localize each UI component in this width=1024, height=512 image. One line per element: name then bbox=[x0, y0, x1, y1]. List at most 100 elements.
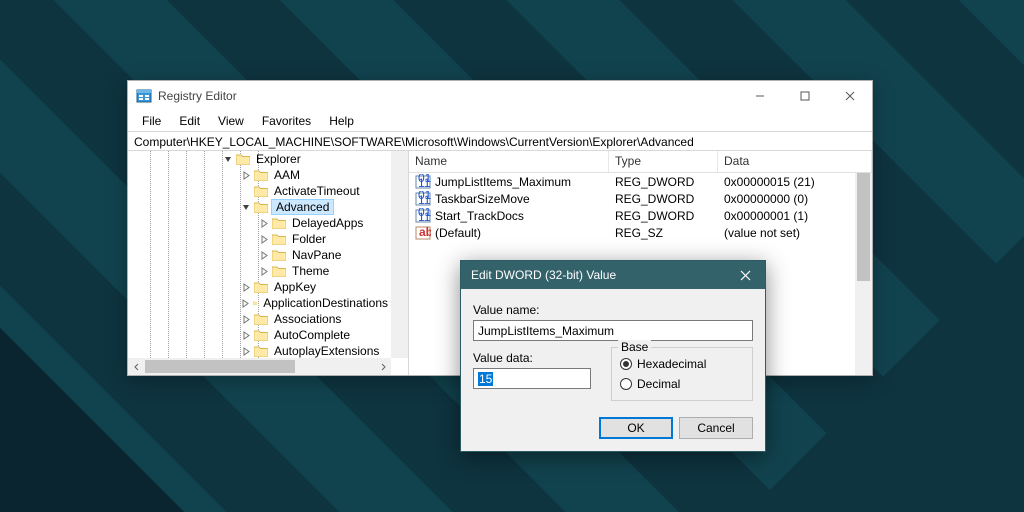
titlebar[interactable]: Registry Editor bbox=[128, 81, 872, 111]
menu-view[interactable]: View bbox=[210, 112, 252, 130]
tree-item-navpane[interactable]: NavPane bbox=[128, 247, 391, 263]
app-icon bbox=[136, 88, 152, 104]
radio-dec[interactable]: Decimal bbox=[620, 376, 744, 392]
svg-text:110: 110 bbox=[418, 210, 431, 224]
value-type: REG_DWORD bbox=[609, 192, 718, 206]
list-row[interactable]: 011110JumpListItems_MaximumREG_DWORD0x00… bbox=[409, 173, 872, 190]
radio-hex-label: Hexadecimal bbox=[637, 357, 706, 371]
tree-item-appkey[interactable]: AppKey bbox=[128, 279, 391, 295]
expander-icon[interactable] bbox=[241, 314, 251, 324]
tree-label: Advanced bbox=[271, 199, 334, 215]
tree-item-advanced[interactable]: Advanced bbox=[128, 199, 391, 215]
menubar: File Edit View Favorites Help bbox=[128, 111, 872, 131]
value-name: JumpListItems_Maximum bbox=[435, 175, 571, 189]
tree-label: ActivateTimeout bbox=[271, 184, 363, 198]
tree-item-explorer[interactable]: Explorer bbox=[128, 151, 391, 167]
expander-icon[interactable] bbox=[241, 186, 251, 196]
maximize-button[interactable] bbox=[782, 81, 827, 111]
list-row[interactable]: 011110TaskbarSizeMoveREG_DWORD0x00000000… bbox=[409, 190, 872, 207]
tree-label: Folder bbox=[289, 232, 329, 246]
cancel-button[interactable]: Cancel bbox=[679, 417, 753, 439]
value-name-input[interactable] bbox=[473, 320, 753, 341]
list-header: Name Type Data bbox=[409, 151, 872, 173]
menu-file[interactable]: File bbox=[134, 112, 169, 130]
dialog-title-text: Edit DWORD (32-bit) Value bbox=[471, 268, 616, 282]
expander-icon[interactable] bbox=[241, 330, 251, 340]
radio-dec-icon bbox=[620, 378, 632, 390]
window-title: Registry Editor bbox=[158, 89, 737, 103]
expander-icon[interactable] bbox=[259, 234, 269, 244]
expander-icon[interactable] bbox=[223, 154, 233, 164]
col-type[interactable]: Type bbox=[609, 151, 718, 172]
value-name: Start_TrackDocs bbox=[435, 209, 524, 223]
value-data-label: Value data: bbox=[473, 351, 591, 365]
tree-item-autoplayextensions[interactable]: AutoplayExtensions bbox=[128, 343, 391, 358]
value-type: REG_DWORD bbox=[609, 209, 718, 223]
tree-label: AutoplayExtensions bbox=[271, 344, 382, 358]
value-name-label: Value name: bbox=[473, 303, 753, 317]
value-data: 0x00000000 (0) bbox=[718, 192, 872, 206]
tree-label: AutoComplete bbox=[271, 328, 353, 342]
address-bar[interactable]: Computer\HKEY_LOCAL_MACHINE\SOFTWARE\Mic… bbox=[128, 131, 872, 151]
tree-label: DelayedApps bbox=[289, 216, 366, 230]
radio-hex[interactable]: Hexadecimal bbox=[620, 356, 744, 372]
tree-vscroll[interactable] bbox=[391, 151, 408, 358]
svg-text:110: 110 bbox=[418, 193, 431, 207]
tree-item-activatetimeout[interactable]: ActivateTimeout bbox=[128, 183, 391, 199]
radio-dec-label: Decimal bbox=[637, 377, 680, 391]
dialog-titlebar[interactable]: Edit DWORD (32-bit) Value bbox=[461, 261, 765, 289]
tree-item-theme[interactable]: Theme bbox=[128, 263, 391, 279]
tree-label: ApplicationDestinations bbox=[260, 296, 391, 310]
tree-label: Associations bbox=[271, 312, 344, 326]
col-data[interactable]: Data bbox=[718, 151, 872, 172]
value-name: (Default) bbox=[435, 226, 481, 240]
expander-icon[interactable] bbox=[259, 218, 269, 228]
expander-icon[interactable] bbox=[241, 346, 251, 356]
expander-icon[interactable] bbox=[259, 266, 269, 276]
base-group: Base Hexadecimal Decimal bbox=[611, 347, 753, 401]
edit-dword-dialog: Edit DWORD (32-bit) Value Value name: Va… bbox=[460, 260, 766, 452]
scroll-left-icon[interactable] bbox=[128, 358, 145, 375]
expander-icon[interactable] bbox=[259, 250, 269, 260]
tree-item-autocomplete[interactable]: AutoComplete bbox=[128, 327, 391, 343]
value-data: 0x00000001 (1) bbox=[718, 209, 872, 223]
ok-button[interactable]: OK bbox=[599, 417, 673, 439]
tree-content[interactable]: ExplorerAAM ActivateTimeoutAdvancedDelaye… bbox=[128, 151, 391, 358]
tree-hscroll[interactable] bbox=[128, 358, 391, 375]
value-name: TaskbarSizeMove bbox=[435, 192, 530, 206]
hscroll-thumb[interactable] bbox=[145, 360, 295, 373]
tree-item-associations[interactable]: Associations bbox=[128, 311, 391, 327]
menu-favorites[interactable]: Favorites bbox=[254, 112, 319, 130]
list-row[interactable]: ab (Default) REG_SZ(value not set) bbox=[409, 224, 872, 241]
svg-text:110: 110 bbox=[418, 176, 431, 190]
minimize-button[interactable] bbox=[737, 81, 782, 111]
value-data: (value not set) bbox=[718, 226, 872, 240]
tree-pane: ExplorerAAM ActivateTimeoutAdvancedDelaye… bbox=[128, 151, 409, 375]
tree-label: AAM bbox=[271, 168, 303, 182]
scroll-right-icon[interactable] bbox=[374, 358, 391, 375]
value-data-input[interactable]: 15 bbox=[473, 368, 591, 389]
menu-edit[interactable]: Edit bbox=[171, 112, 208, 130]
tree-item-delayedapps[interactable]: DelayedApps bbox=[128, 215, 391, 231]
col-name[interactable]: Name bbox=[409, 151, 609, 172]
dialog-close-button[interactable] bbox=[725, 261, 765, 289]
expander-icon[interactable] bbox=[241, 298, 250, 308]
list-vscroll[interactable] bbox=[855, 173, 872, 375]
svg-text:ab: ab bbox=[419, 225, 431, 239]
close-button[interactable] bbox=[827, 81, 872, 111]
vscroll-thumb[interactable] bbox=[857, 173, 870, 281]
expander-icon[interactable] bbox=[241, 282, 251, 292]
tree-label: NavPane bbox=[289, 248, 344, 262]
base-legend: Base bbox=[618, 340, 651, 354]
list-row[interactable]: 011110Start_TrackDocsREG_DWORD0x00000001… bbox=[409, 207, 872, 224]
expander-icon[interactable] bbox=[241, 170, 251, 180]
menu-help[interactable]: Help bbox=[321, 112, 362, 130]
tree-item-applicationdestinations[interactable]: ApplicationDestinations bbox=[128, 295, 391, 311]
value-type: REG_DWORD bbox=[609, 175, 718, 189]
value-data: 0x00000015 (21) bbox=[718, 175, 872, 189]
expander-icon[interactable] bbox=[241, 202, 251, 212]
tree-item-folder[interactable]: Folder bbox=[128, 231, 391, 247]
tree-item-aam[interactable]: AAM bbox=[128, 167, 391, 183]
tree-label: Theme bbox=[289, 264, 332, 278]
value-type: REG_SZ bbox=[609, 226, 718, 240]
